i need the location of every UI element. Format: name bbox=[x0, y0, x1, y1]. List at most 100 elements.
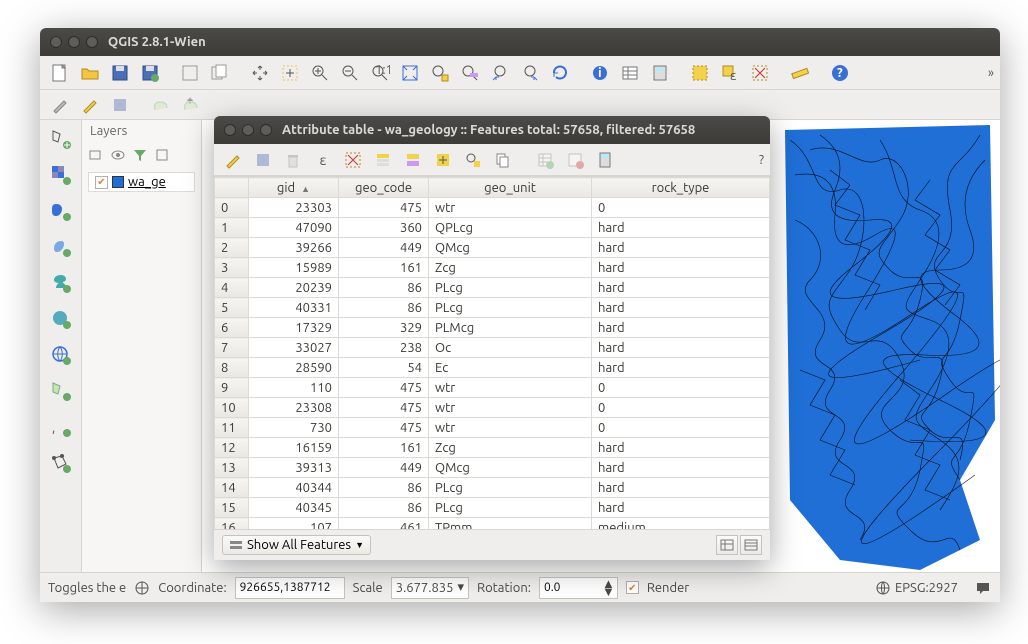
cell[interactable]: PLcg bbox=[429, 278, 592, 298]
column-header-gid[interactable]: gid▲ bbox=[249, 178, 339, 198]
add-postgis-button[interactable] bbox=[46, 196, 76, 226]
filter-icon[interactable] bbox=[132, 147, 148, 163]
coordinate-input[interactable] bbox=[235, 577, 345, 599]
zoom-layer-button[interactable] bbox=[456, 59, 484, 87]
row-header[interactable]: 5 bbox=[215, 298, 249, 318]
select-features-button[interactable] bbox=[686, 59, 714, 87]
add-spatialite-button[interactable] bbox=[46, 232, 76, 262]
cell[interactable]: TPmm bbox=[429, 518, 592, 531]
refresh-button[interactable] bbox=[546, 59, 574, 87]
save-as-button[interactable] bbox=[136, 59, 164, 87]
window-max-icon[interactable] bbox=[86, 36, 98, 48]
measure-button[interactable] bbox=[786, 59, 814, 87]
open-attribute-table-button[interactable] bbox=[616, 59, 644, 87]
row-header[interactable]: 11 bbox=[215, 418, 249, 438]
cell[interactable]: PLcg bbox=[429, 478, 592, 498]
new-shapefile-button[interactable] bbox=[46, 376, 76, 406]
table-row[interactable]: 11730475wtr0 bbox=[215, 418, 770, 438]
add-vector-button[interactable] bbox=[46, 124, 76, 154]
cell[interactable]: hard bbox=[592, 358, 770, 378]
zoom-last-button[interactable] bbox=[486, 59, 514, 87]
zoom-in-button[interactable] bbox=[306, 59, 334, 87]
cell[interactable]: 449 bbox=[339, 458, 429, 478]
table-view-button[interactable] bbox=[716, 535, 738, 555]
table-row[interactable]: 154034586PLcghard bbox=[215, 498, 770, 518]
attr-delete-button[interactable] bbox=[280, 147, 306, 173]
main-titlebar[interactable]: QGIS 2.8.1-Wien bbox=[40, 28, 1000, 56]
attr-close-icon[interactable] bbox=[224, 124, 236, 136]
calculator-button[interactable] bbox=[646, 59, 674, 87]
cell[interactable]: 730 bbox=[249, 418, 339, 438]
move-feature-button[interactable] bbox=[176, 91, 204, 119]
attr-table-scroll[interactable]: gid▲geo_codegeo_unitrock_type 023303475w… bbox=[214, 176, 770, 530]
table-row[interactable]: 16107461TPmmmedium bbox=[215, 518, 770, 531]
visibility-icon[interactable] bbox=[110, 147, 126, 163]
table-row[interactable]: 239266449QMcghard bbox=[215, 238, 770, 258]
row-header[interactable]: 7 bbox=[215, 338, 249, 358]
column-header-geo_code[interactable]: geo_code bbox=[339, 178, 429, 198]
add-delimited-button[interactable]: , bbox=[46, 412, 76, 442]
attr-move-top-button[interactable] bbox=[370, 147, 396, 173]
composer-manager-button[interactable] bbox=[206, 59, 234, 87]
zoom-out-button[interactable] bbox=[336, 59, 364, 87]
cell[interactable]: 16159 bbox=[249, 438, 339, 458]
cell[interactable]: 15989 bbox=[249, 258, 339, 278]
cell[interactable]: 475 bbox=[339, 198, 429, 218]
help-button[interactable]: ? bbox=[826, 59, 854, 87]
attr-help-button[interactable]: ? bbox=[759, 153, 764, 167]
row-number-header[interactable] bbox=[215, 178, 249, 198]
cell[interactable]: QMcg bbox=[429, 458, 592, 478]
window-close-icon[interactable] bbox=[50, 36, 62, 48]
crs-icon[interactable] bbox=[875, 580, 891, 596]
rotation-input[interactable] bbox=[540, 578, 600, 598]
column-header-rock_type[interactable]: rock_type bbox=[592, 178, 770, 198]
cell[interactable]: 161 bbox=[339, 438, 429, 458]
cell[interactable]: hard bbox=[592, 498, 770, 518]
cell[interactable]: Zcg bbox=[429, 258, 592, 278]
attr-toggle-edit-button[interactable] bbox=[220, 147, 246, 173]
row-header[interactable]: 16 bbox=[215, 518, 249, 531]
add-group-icon[interactable] bbox=[88, 147, 104, 163]
row-header[interactable]: 14 bbox=[215, 478, 249, 498]
cell[interactable]: wtr bbox=[429, 398, 592, 418]
table-row[interactable]: 1023308475wtr0 bbox=[215, 398, 770, 418]
zoom-selection-button[interactable] bbox=[426, 59, 454, 87]
row-header[interactable]: 0 bbox=[215, 198, 249, 218]
attr-new-column-button[interactable] bbox=[532, 147, 558, 173]
deselect-button[interactable] bbox=[746, 59, 774, 87]
attr-copy-button[interactable] bbox=[490, 147, 516, 173]
row-header[interactable]: 9 bbox=[215, 378, 249, 398]
table-row[interactable]: 147090360QPLcghard bbox=[215, 218, 770, 238]
pan-selection-button[interactable] bbox=[276, 59, 304, 87]
cell[interactable]: hard bbox=[592, 478, 770, 498]
row-header[interactable]: 4 bbox=[215, 278, 249, 298]
cell[interactable]: 238 bbox=[339, 338, 429, 358]
cell[interactable]: 86 bbox=[339, 478, 429, 498]
save-edits-button[interactable] bbox=[106, 91, 134, 119]
cell[interactable]: 0 bbox=[592, 398, 770, 418]
attr-select-expression-button[interactable]: ε bbox=[310, 147, 336, 173]
table-row[interactable]: 315989161Zcghard bbox=[215, 258, 770, 278]
cell[interactable]: 475 bbox=[339, 398, 429, 418]
cell[interactable]: QPLcg bbox=[429, 218, 592, 238]
layer-visibility-checkbox[interactable] bbox=[95, 176, 108, 189]
cell[interactable]: 20239 bbox=[249, 278, 339, 298]
cell[interactable]: hard bbox=[592, 438, 770, 458]
table-row[interactable]: 9110475wtr0 bbox=[215, 378, 770, 398]
cell[interactable]: PLMcg bbox=[429, 318, 592, 338]
cell[interactable]: hard bbox=[592, 298, 770, 318]
cell[interactable]: 86 bbox=[339, 498, 429, 518]
table-row[interactable]: 1216159161Zcghard bbox=[215, 438, 770, 458]
add-raster-button[interactable] bbox=[46, 160, 76, 190]
table-row[interactable]: 42023986PLcghard bbox=[215, 278, 770, 298]
cell[interactable]: QMcg bbox=[429, 238, 592, 258]
new-project-button[interactable] bbox=[46, 59, 74, 87]
identify-button[interactable]: i bbox=[586, 59, 614, 87]
cell[interactable]: 161 bbox=[339, 258, 429, 278]
zoom-native-button[interactable]: 1:1 bbox=[366, 59, 394, 87]
cell[interactable]: wtr bbox=[429, 378, 592, 398]
table-row[interactable]: 82859054Echard bbox=[215, 358, 770, 378]
attr-pan-button[interactable] bbox=[430, 147, 456, 173]
cell[interactable]: 0 bbox=[592, 198, 770, 218]
cell[interactable]: hard bbox=[592, 218, 770, 238]
